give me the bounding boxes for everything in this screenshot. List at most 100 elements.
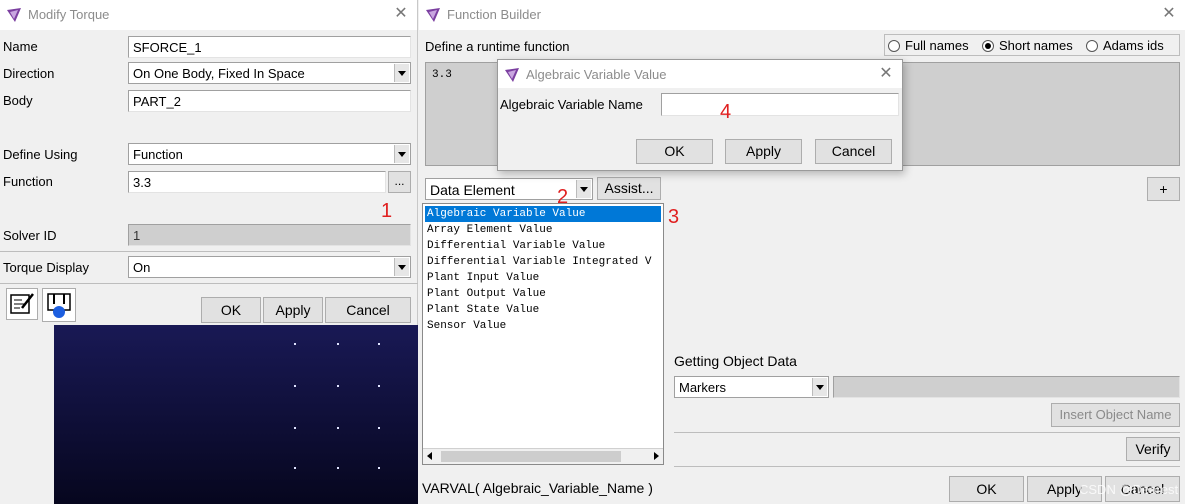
divider	[674, 432, 1180, 433]
edit-icon-button[interactable]	[6, 288, 38, 320]
grid-dot	[294, 427, 296, 429]
name-label: Name	[3, 39, 38, 54]
object-type-value: Markers	[679, 380, 726, 395]
modify-torque-titlebar: Modify Torque ✕	[0, 0, 417, 30]
insert-object-name-button[interactable]: Insert Object Name	[1051, 403, 1180, 427]
plus-icon: +	[1159, 181, 1168, 197]
full-names-label[interactable]: Full names	[905, 38, 969, 53]
annotation-3: 3	[668, 206, 680, 228]
short-names-radio[interactable]	[982, 40, 994, 52]
list-item[interactable]: Array Element Value	[425, 222, 661, 238]
direction-value: On One Body, Fixed In Space	[133, 66, 305, 81]
left-strip	[0, 325, 54, 504]
function-syntax: VARVAL( Algebraic_Variable_Name )	[422, 480, 653, 496]
grid-dot	[378, 427, 380, 429]
grid-dot	[378, 385, 380, 387]
adams-ids-radio[interactable]	[1086, 40, 1098, 52]
list-item[interactable]: Plant Input Value	[425, 270, 661, 286]
algebraic-variable-dialog: Algebraic Variable Value ✕ Algebraic Var…	[497, 59, 903, 171]
function-builder-titlebar: Function Builder ✕	[419, 0, 1185, 30]
grid-dot	[294, 467, 296, 469]
grid-dot	[294, 385, 296, 387]
adams-ids-label[interactable]: Adams ids	[1103, 38, 1164, 53]
divider	[0, 251, 380, 252]
define-function-label: Define a runtime function	[425, 39, 570, 54]
torque-display-label: Torque Display	[3, 260, 89, 275]
grid-dot	[337, 343, 339, 345]
adams-app-icon	[505, 68, 519, 82]
body-field[interactable]: PART_2	[128, 90, 411, 112]
window-title: Function Builder	[447, 7, 541, 22]
dialog-title: Algebraic Variable Value	[526, 67, 667, 82]
annotation-1: 1	[381, 200, 393, 222]
direction-label: Direction	[3, 66, 55, 81]
function-field[interactable]: 3.3	[128, 171, 386, 193]
grid-dot	[378, 343, 380, 345]
chevron-down-icon[interactable]	[394, 64, 409, 82]
grid-dot	[337, 467, 339, 469]
scroll-right-icon[interactable]	[654, 452, 659, 460]
divider	[0, 283, 418, 284]
solver-id-label: Solver ID	[3, 228, 57, 243]
chevron-down-icon[interactable]	[394, 145, 409, 163]
function-list[interactable]: Algebraic Variable Value Array Element V…	[422, 203, 664, 465]
list-item[interactable]: Differential Variable Value	[425, 238, 661, 254]
define-using-select[interactable]: Function	[128, 143, 411, 165]
apply-button[interactable]: Apply	[725, 139, 802, 164]
close-icon[interactable]: ✕	[391, 4, 411, 24]
list-item[interactable]: Plant State Value	[425, 302, 661, 318]
verify-button[interactable]: Verify	[1126, 437, 1180, 461]
list-item[interactable]: Sensor Value	[425, 318, 661, 334]
list-item[interactable]: Differential Variable Integrated V	[425, 254, 661, 270]
short-names-label[interactable]: Short names	[999, 38, 1073, 53]
define-using-value: Function	[133, 147, 183, 162]
scroll-left-icon[interactable]	[427, 452, 432, 460]
body-label: Body	[3, 93, 33, 108]
cancel-button[interactable]: Cancel	[325, 297, 411, 323]
dialog-titlebar: Algebraic Variable Value ✕	[498, 60, 902, 88]
adams-app-icon	[7, 8, 21, 22]
plus-button[interactable]: +	[1147, 177, 1180, 201]
ok-button[interactable]: OK	[949, 476, 1024, 502]
scrollbar-thumb[interactable]	[441, 451, 621, 462]
chevron-down-icon[interactable]	[394, 258, 409, 276]
grid-dot	[337, 385, 339, 387]
measure-icon	[47, 293, 71, 318]
measure-icon-button[interactable]	[42, 288, 76, 322]
variable-name-input[interactable]	[661, 93, 899, 116]
function-label: Function	[3, 174, 53, 189]
full-names-radio[interactable]	[888, 40, 900, 52]
name-field[interactable]: SFORCE_1	[128, 36, 411, 58]
grid-dot	[294, 343, 296, 345]
divider	[674, 466, 1180, 467]
close-icon[interactable]: ✕	[1159, 4, 1179, 24]
ok-button[interactable]: OK	[636, 139, 713, 164]
function-browse-button[interactable]: ...	[388, 171, 411, 193]
direction-select[interactable]: On One Body, Fixed In Space	[128, 62, 411, 84]
apply-button[interactable]: Apply	[263, 297, 323, 323]
solver-id-field: 1	[128, 224, 411, 246]
grid-dot	[378, 467, 380, 469]
category-value: Data Element	[430, 182, 515, 198]
watermark: CSDN @Dearest	[1079, 482, 1179, 497]
annotation-4: 4	[720, 101, 732, 123]
window-title: Modify Torque	[28, 7, 110, 22]
chevron-down-icon[interactable]	[576, 180, 591, 198]
graphics-viewport[interactable]	[54, 325, 418, 504]
define-using-label: Define Using	[3, 147, 78, 162]
variable-name-label: Algebraic Variable Name	[500, 97, 643, 112]
object-type-select[interactable]: Markers	[674, 376, 829, 398]
list-item[interactable]: Plant Output Value	[425, 286, 661, 302]
adams-app-icon	[426, 8, 440, 22]
assist-button[interactable]: Assist...	[597, 177, 661, 200]
grid-dot	[337, 427, 339, 429]
close-icon[interactable]: ✕	[876, 64, 896, 84]
modify-torque-window: Modify Torque ✕ Name SFORCE_1 Direction …	[0, 0, 418, 325]
horizontal-scrollbar[interactable]	[423, 448, 663, 464]
cancel-button[interactable]: Cancel	[815, 139, 892, 164]
torque-display-select[interactable]: On	[128, 256, 411, 278]
chevron-down-icon[interactable]	[812, 378, 827, 396]
list-item[interactable]: Algebraic Variable Value	[425, 206, 661, 222]
ok-button[interactable]: OK	[201, 297, 261, 323]
pencil-form-icon	[10, 293, 34, 314]
